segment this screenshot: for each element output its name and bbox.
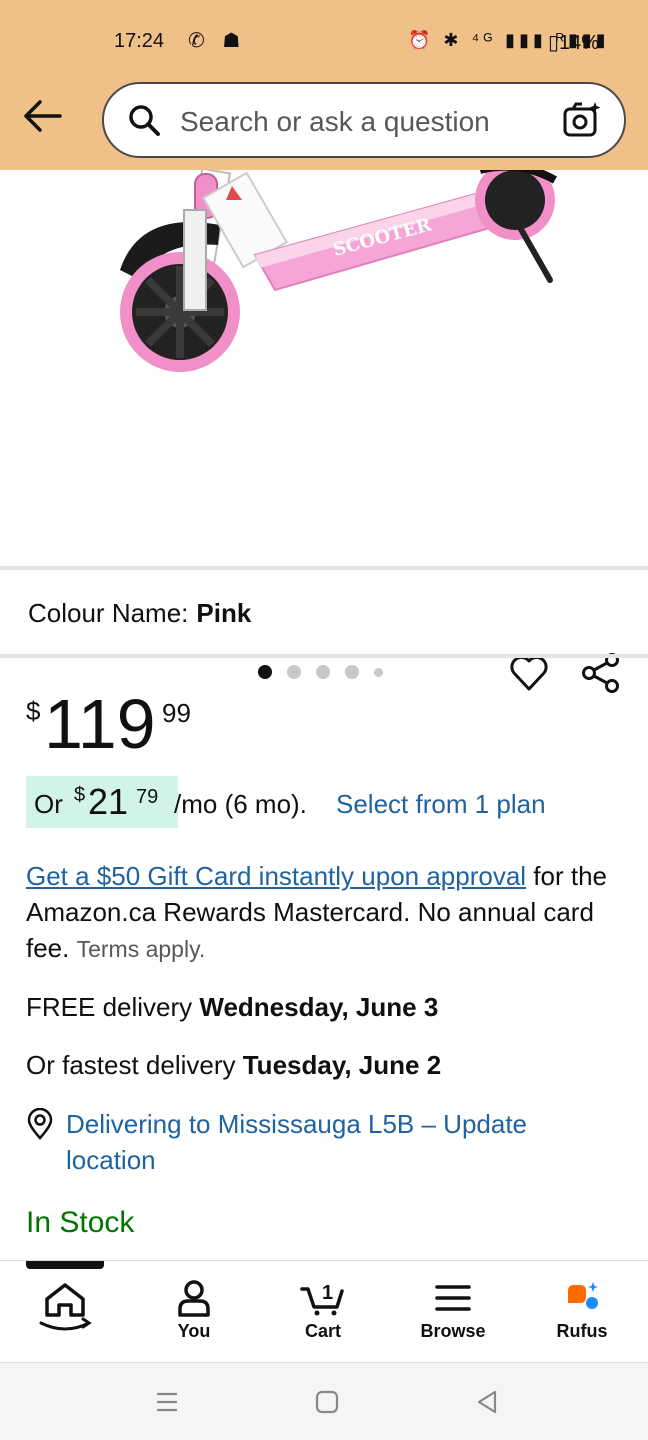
price-fraction: 99 [162, 698, 191, 728]
search-icon [129, 105, 160, 136]
nav-home[interactable] [10, 1279, 120, 1341]
gift-card-link[interactable]: Get a $50 Gift Card instantly upon appro… [26, 861, 526, 891]
gift-card-offer: Get a $50 Gift Card instantly upon appro… [26, 858, 626, 967]
monthly-currency: $ [74, 784, 86, 806]
carousel-indicator [258, 665, 383, 679]
nav-cart[interactable]: 1 Cart [268, 1279, 378, 1342]
free-delivery-label: FREE delivery [26, 992, 200, 1022]
status-bar: 17:24 ✆ ☗ ⏰ ✱ ⁴ᴳ ▮▮▮ ᴿ▮▮▮ ▯14% [0, 24, 648, 60]
monthly-whole: 21 [88, 781, 129, 822]
notification-icons: ✆ ☗ [188, 30, 247, 52]
nav-rufus-label: Rufus [556, 1321, 608, 1341]
terms-text[interactable]: Terms apply. [77, 936, 206, 962]
nav-rufus[interactable]: Rufus [527, 1279, 637, 1342]
carousel-dot[interactable] [374, 667, 383, 677]
product-image-carousel[interactable]: SCOOTER [0, 170, 648, 693]
system-navigation-bar [0, 1362, 648, 1440]
monthly-term: /mo (6 mo). [174, 789, 307, 819]
nav-you-label: You [177, 1321, 211, 1341]
free-delivery: FREE delivery Wednesday, June 3 [26, 992, 438, 1023]
fastest-delivery-date: Tuesday, June 2 [242, 1050, 442, 1080]
nav-you[interactable]: You [139, 1279, 249, 1342]
carousel-dot[interactable] [287, 665, 301, 679]
select-plan-link[interactable]: Select from 1 plan [336, 789, 546, 820]
stock-status: In Stock [26, 1206, 135, 1239]
rufus-icon [568, 1282, 598, 1309]
back-arrow-icon[interactable] [20, 94, 64, 138]
fastest-delivery: Or fastest delivery Tuesday, June 2 [26, 1050, 441, 1081]
home-icon [39, 1283, 92, 1331]
cart-count: 1 [322, 1282, 333, 1304]
carousel-dot[interactable] [316, 665, 330, 679]
share-icon[interactable] [580, 652, 622, 694]
price-whole: 119 [44, 685, 156, 763]
carousel-dot[interactable] [258, 665, 272, 679]
search-placeholder[interactable]: Search or ask a question [180, 106, 490, 138]
person-icon [178, 1280, 210, 1317]
divider [0, 566, 648, 570]
active-tab-indicator [26, 1261, 104, 1269]
colour-value: Pink [196, 598, 252, 628]
nav-browse-label: Browse [420, 1321, 486, 1341]
search-bar[interactable]: Search or ask a question [102, 82, 626, 158]
home-button-icon[interactable] [314, 1389, 340, 1415]
heart-icon[interactable] [508, 652, 550, 694]
nav-cart-label: Cart [304, 1321, 341, 1341]
location-pin-icon [27, 1108, 53, 1140]
header: 17:24 ✆ ☗ ⏰ ✱ ⁴ᴳ ▮▮▮ ᴿ▮▮▮ ▯14% Search or… [0, 0, 648, 170]
camera-search-icon[interactable] [562, 100, 602, 140]
scooter-image: SCOOTER [120, 170, 557, 372]
fastest-delivery-label: Or fastest delivery [26, 1050, 243, 1080]
status-time: 17:24 [114, 30, 165, 52]
colour-label: Colour Name: [28, 598, 189, 628]
divider [0, 654, 648, 658]
menu-icon [435, 1285, 471, 1311]
battery-level: ▯14% [548, 32, 600, 54]
colour-name: Colour Name: Pink [28, 598, 251, 629]
monthly-or: Or [34, 789, 63, 819]
nav-browse[interactable]: Browse [398, 1279, 508, 1342]
recent-apps-icon[interactable] [154, 1389, 180, 1415]
free-delivery-date: Wednesday, June 3 [199, 992, 439, 1022]
cart-icon: 1 [300, 1282, 344, 1316]
price-currency: $ [26, 696, 41, 726]
back-button-icon[interactable] [474, 1389, 500, 1415]
bottom-nav: You 1 Cart Browse Rufus [0, 1260, 648, 1362]
monthly-fraction: 79 [136, 786, 159, 808]
carousel-dot[interactable] [345, 665, 359, 679]
delivery-location-link[interactable]: Delivering to Mississauga L5B – Update l… [66, 1106, 606, 1178]
